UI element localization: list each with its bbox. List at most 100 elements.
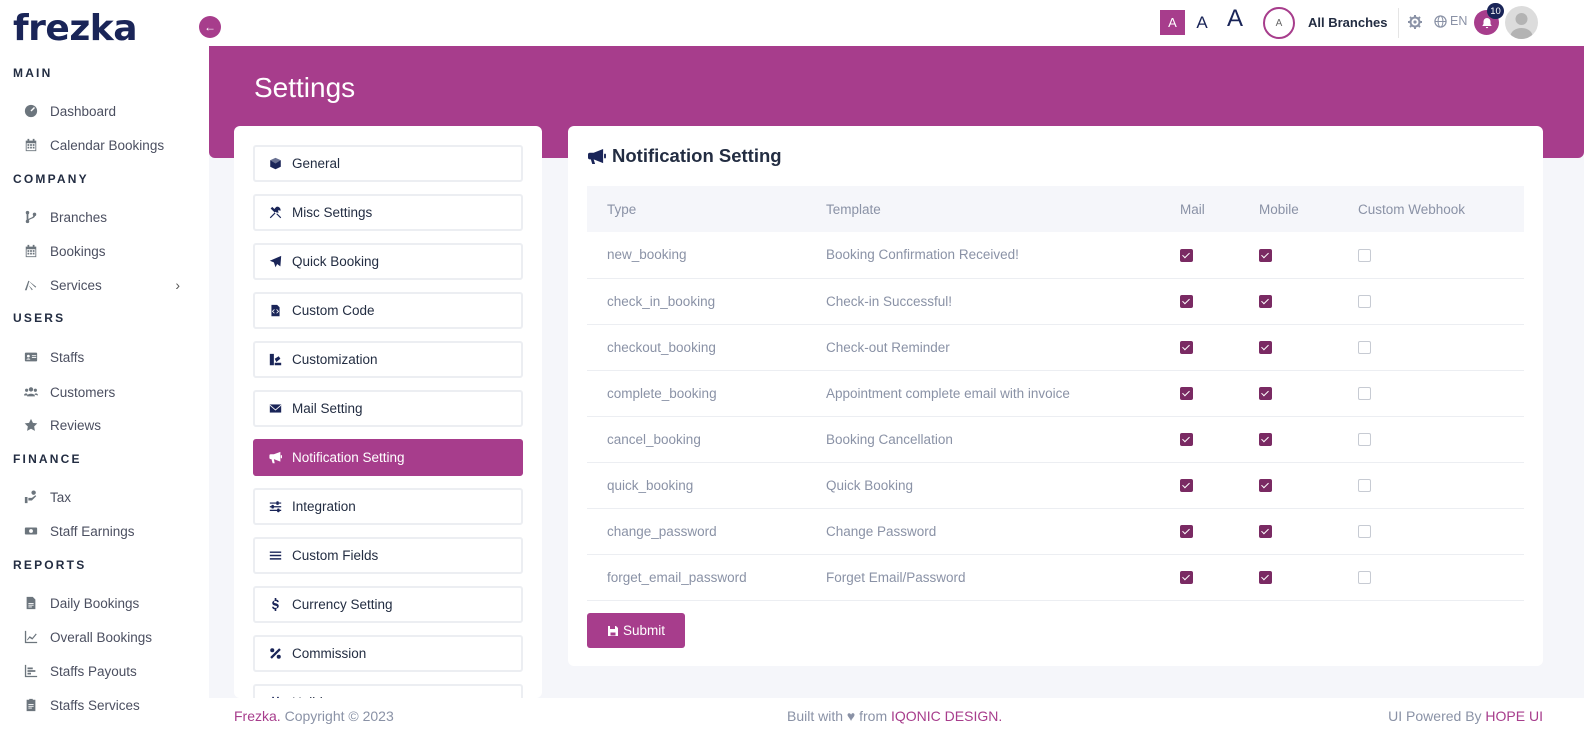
user-avatar[interactable] bbox=[1505, 6, 1538, 39]
sliders-icon bbox=[269, 501, 282, 513]
webhook-checkbox[interactable] bbox=[1358, 525, 1371, 539]
font-size-small-button[interactable]: A bbox=[1160, 10, 1185, 35]
line-chart-icon bbox=[24, 630, 38, 644]
footer-brand-link[interactable]: Frezka. bbox=[234, 708, 281, 724]
settings-menu-label: Customization bbox=[292, 352, 378, 367]
footer: Frezka. Copyright © 2023 Built with ♥ fr… bbox=[209, 698, 1584, 736]
table-row: change_password Change Password bbox=[587, 508, 1524, 555]
mobile-checkbox[interactable] bbox=[1259, 571, 1272, 585]
column-header-mail: Mail bbox=[1160, 186, 1239, 232]
gear-icon[interactable] bbox=[1407, 14, 1423, 30]
template-cell: Check-out Reminder bbox=[806, 324, 1160, 371]
powered-text: UI Powered By bbox=[1388, 708, 1486, 724]
mail-cell bbox=[1160, 508, 1239, 555]
mail-checkbox[interactable] bbox=[1180, 249, 1193, 263]
webhook-checkbox[interactable] bbox=[1358, 479, 1371, 493]
submit-button[interactable]: Submit bbox=[587, 613, 685, 648]
iqonic-link[interactable]: IQONIC DESIGN. bbox=[891, 708, 1002, 724]
settings-menu-item-commission[interactable]: Commission bbox=[253, 635, 523, 672]
sidebar-item-reviews[interactable]: Reviews bbox=[24, 412, 194, 438]
type-cell: quick_booking bbox=[587, 462, 806, 509]
mobile-checkbox[interactable] bbox=[1259, 249, 1272, 263]
paper-plane-icon bbox=[269, 255, 282, 268]
settings-menu-item-custom-fields[interactable]: Custom Fields bbox=[253, 537, 523, 574]
sidebar-item-customers[interactable]: Customers bbox=[24, 379, 194, 405]
sidebar-section-title: USERS bbox=[13, 311, 66, 325]
footer-powered-by: UI Powered By HOPE UI bbox=[1388, 708, 1543, 724]
megaphone-icon bbox=[588, 148, 606, 164]
type-cell: complete_booking bbox=[587, 370, 806, 417]
settings-menu-item-quick-booking[interactable]: Quick Booking bbox=[253, 243, 523, 280]
mail-checkbox[interactable] bbox=[1180, 571, 1193, 585]
bars-icon bbox=[269, 551, 282, 560]
mail-checkbox[interactable] bbox=[1180, 387, 1193, 401]
font-size-medium-button[interactable]: A bbox=[1192, 10, 1212, 35]
sidebar-item-bookings[interactable]: Bookings bbox=[24, 238, 194, 264]
settings-menu-item-notification-setting[interactable]: Notification Setting bbox=[253, 439, 523, 476]
app-logo[interactable]: frezka bbox=[13, 8, 138, 49]
sidebar-item-staffs[interactable]: Staffs bbox=[24, 344, 194, 370]
sidebar-toggle-button[interactable]: ← bbox=[199, 16, 221, 38]
sidebar-item-calendar-bookings[interactable]: Calendar Bookings bbox=[24, 132, 194, 158]
settings-menu-item-customization[interactable]: Customization bbox=[253, 341, 523, 378]
mail-checkbox[interactable] bbox=[1180, 433, 1193, 447]
mobile-checkbox[interactable] bbox=[1259, 479, 1272, 493]
sidebar-item-staffs-services[interactable]: Staffs Services bbox=[24, 692, 194, 718]
settings-menu-item-custom-code[interactable]: Custom Code bbox=[253, 292, 523, 329]
settings-menu-item-mail-setting[interactable]: Mail Setting bbox=[253, 390, 523, 427]
template-cell: Booking Confirmation Received! bbox=[806, 232, 1160, 279]
sidebar-section-title: MAIN bbox=[13, 66, 53, 80]
arrow-left-icon: ← bbox=[204, 20, 216, 34]
settings-menu-item-general[interactable]: General bbox=[253, 145, 523, 182]
sidebar-item-label: Staffs bbox=[50, 349, 85, 365]
settings-menu-item-integration[interactable]: Integration bbox=[253, 488, 523, 525]
hope-ui-link[interactable]: HOPE UI bbox=[1485, 708, 1543, 724]
webhook-checkbox[interactable] bbox=[1358, 341, 1371, 355]
sidebar-item-branches[interactable]: Branches bbox=[24, 204, 194, 230]
mail-checkbox[interactable] bbox=[1180, 341, 1193, 355]
settings-menu-item-holidays[interactable]: Holidays bbox=[253, 684, 523, 698]
sidebar-item-label: Dashboard bbox=[50, 103, 117, 119]
sidebar-item-label: Overall Bookings bbox=[50, 629, 153, 645]
sidebar-item-label: Staffs Payouts bbox=[50, 663, 137, 679]
user-icon bbox=[1510, 13, 1533, 39]
mobile-checkbox[interactable] bbox=[1259, 525, 1272, 539]
sidebar-item-services[interactable]: Services › bbox=[24, 272, 194, 298]
webhook-checkbox[interactable] bbox=[1358, 387, 1371, 401]
webhook-checkbox[interactable] bbox=[1358, 433, 1371, 447]
branch-selector[interactable]: All Branches bbox=[1308, 15, 1387, 30]
webhook-cell bbox=[1338, 508, 1524, 555]
webhook-checkbox[interactable] bbox=[1358, 295, 1371, 309]
mobile-checkbox[interactable] bbox=[1259, 341, 1272, 355]
top-bar: ← A A A A All Branches EN 10 bbox=[199, 0, 1584, 46]
font-size-large-button[interactable]: A bbox=[1223, 5, 1247, 32]
settings-menu-item-currency-setting[interactable]: Currency Setting bbox=[253, 586, 523, 623]
cube-icon bbox=[270, 157, 281, 170]
globe-icon bbox=[1434, 14, 1447, 28]
language-selector[interactable]: EN bbox=[1434, 14, 1467, 28]
settings-menu-label: General bbox=[292, 156, 341, 171]
tax-icon bbox=[24, 490, 37, 504]
sidebar-item-staff-earnings[interactable]: Staff Earnings bbox=[24, 518, 194, 544]
sidebar-item-overall-bookings[interactable]: Overall Bookings bbox=[24, 624, 194, 650]
mobile-checkbox[interactable] bbox=[1259, 433, 1272, 447]
settings-menu-label: Mail Setting bbox=[292, 401, 363, 416]
sidebar-item-daily-bookings[interactable]: Daily Bookings bbox=[24, 590, 194, 616]
dashboard-icon bbox=[24, 104, 38, 118]
sidebar-item-tax[interactable]: Tax bbox=[24, 484, 194, 510]
settings-menu-item-misc-settings[interactable]: Misc Settings bbox=[253, 194, 523, 231]
webhook-checkbox[interactable] bbox=[1358, 571, 1371, 585]
mobile-checkbox[interactable] bbox=[1259, 387, 1272, 401]
mail-checkbox[interactable] bbox=[1180, 479, 1193, 493]
mobile-checkbox[interactable] bbox=[1259, 295, 1272, 309]
sidebar-item-dashboard[interactable]: Dashboard bbox=[24, 98, 194, 124]
sidebar-item-staffs-payouts[interactable]: Staffs Payouts bbox=[24, 658, 194, 684]
table-row: forget_email_password Forget Email/Passw… bbox=[587, 554, 1524, 601]
settings-menu-label: Custom Code bbox=[292, 303, 375, 318]
sidebar: frezka MAIN Dashboard Calendar Bookings COM… bbox=[0, 0, 209, 736]
webhook-checkbox[interactable] bbox=[1358, 249, 1371, 263]
branch-avatar[interactable]: A bbox=[1263, 7, 1295, 39]
mail-checkbox[interactable] bbox=[1180, 525, 1193, 539]
mail-checkbox[interactable] bbox=[1180, 295, 1193, 309]
sidebar-item-label: Bookings bbox=[50, 243, 106, 259]
